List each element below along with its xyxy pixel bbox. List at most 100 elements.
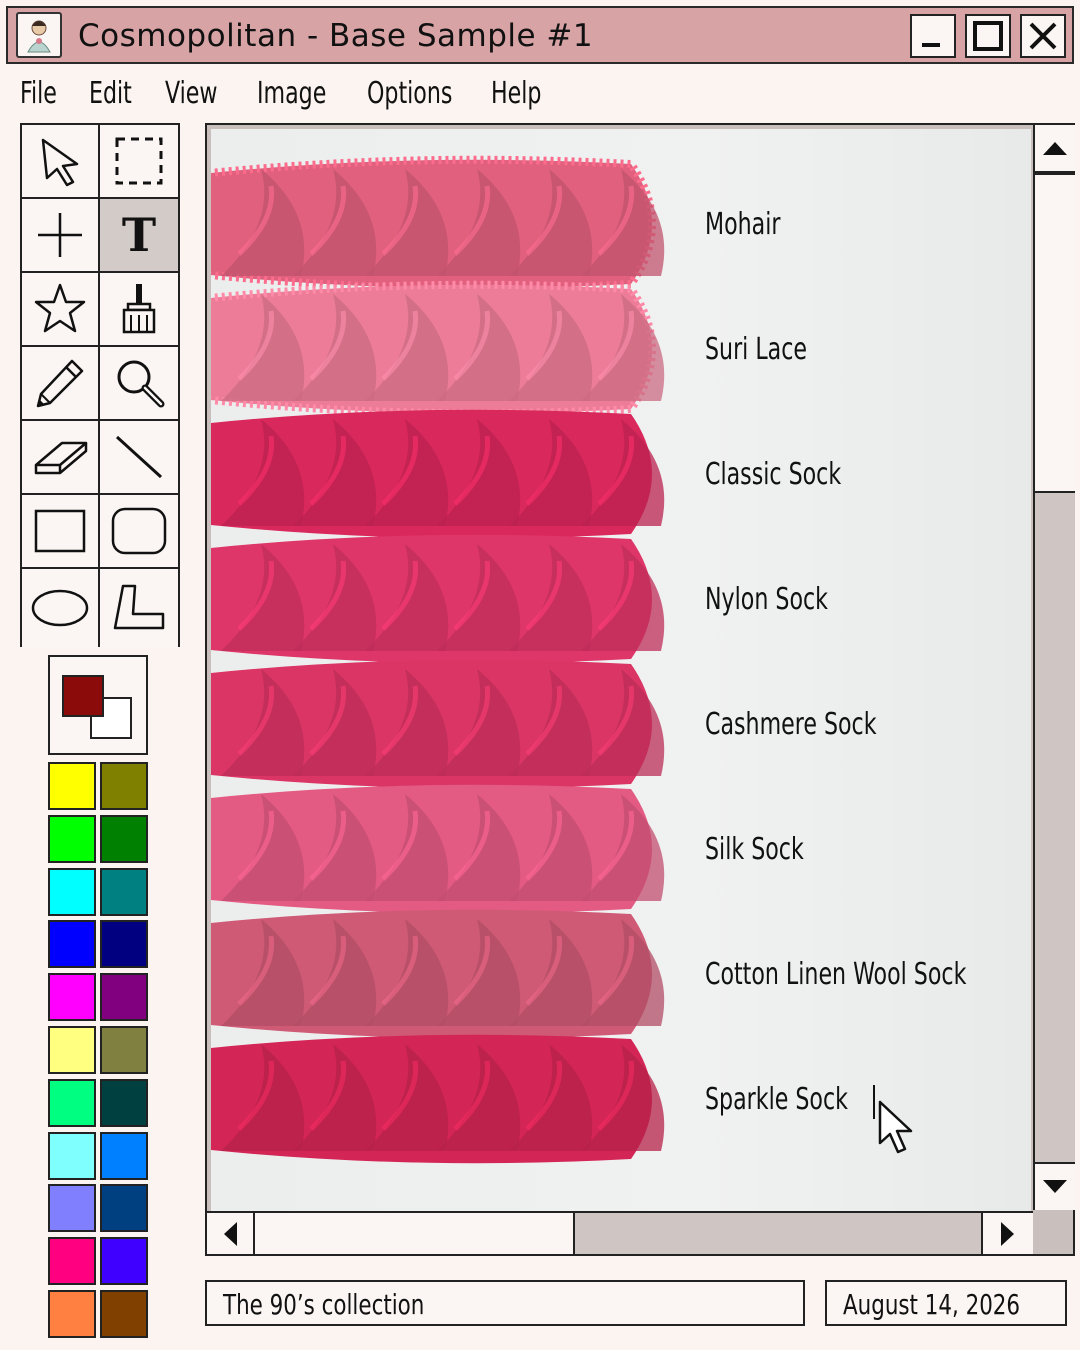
toolbox: T [20,123,180,647]
tool-polygon[interactable] [100,569,178,647]
arrow-up-icon [1043,142,1067,155]
brush-icon [122,284,156,334]
yarn-label-silk-sock: Silk Sock [705,832,804,867]
vertical-scroll-thumb[interactable] [1035,173,1075,493]
palette-swatch[interactable] [100,973,148,1022]
tool-text[interactable]: T [100,199,178,273]
yarn-label-nylon-sock: Nylon Sock [705,582,828,617]
close-icon [1029,22,1057,50]
yarn-label-cotton-linen-wool-sock: Cotton Linen Wool Sock [705,957,967,992]
pencil-icon [36,359,84,408]
rectangle-icon [34,509,86,553]
arrow-down-icon [1043,1180,1067,1193]
yarn-label-suri-lace: Suri Lace [705,332,808,367]
yarn-skein [211,659,665,789]
palette-swatch[interactable] [48,920,96,969]
palette-swatch[interactable] [48,1290,96,1338]
menu-file[interactable]: File [20,76,57,111]
tool-brush[interactable] [100,273,178,347]
arrow-right-icon [1001,1221,1014,1246]
horizontal-scrollbar[interactable] [207,1211,1033,1254]
palette-swatch[interactable] [48,1078,96,1127]
palette-swatch[interactable] [48,762,96,810]
palette-swatch[interactable] [100,762,148,810]
menu-help[interactable]: Help [491,76,541,111]
palette-swatch[interactable] [100,1290,148,1338]
app-logo-icon [16,12,62,58]
tool-star[interactable] [22,273,100,347]
date-text: August 14, 2026 [843,1288,1021,1321]
yarn-skein [211,909,665,1039]
magnifier-icon [117,360,165,408]
scroll-right-button[interactable] [981,1213,1033,1254]
palette-swatch[interactable] [100,1184,148,1233]
scroll-down-button[interactable] [1035,1162,1075,1210]
palette-swatch[interactable] [100,1026,148,1074]
palette-swatch[interactable] [48,973,96,1022]
window-title: Cosmopolitan - Base Sample #1 [78,18,594,54]
tool-magnifier[interactable] [100,347,178,421]
palette-swatch[interactable] [48,1026,96,1074]
polygon-icon [113,584,165,630]
yarn-skein [211,409,665,539]
palette-swatch[interactable] [100,1131,148,1180]
menu-edit[interactable]: Edit [89,76,132,111]
color-selector[interactable] [48,655,148,755]
ellipse-icon [31,589,89,627]
dashed-rectangle-icon [115,137,163,185]
yarn-skein [211,280,665,418]
minimize-button[interactable] [910,14,956,58]
menu-options[interactable]: Options [367,76,452,111]
status-date-field: August 14, 2026 [825,1280,1067,1326]
palette-swatch[interactable] [100,1237,148,1286]
foreground-color-swatch[interactable] [62,675,104,717]
tool-pencil[interactable] [22,347,100,421]
tool-rounded-rectangle[interactable] [100,495,178,569]
arrow-cursor-icon [41,138,79,187]
line-icon [115,435,163,479]
arrow-left-icon [224,1221,237,1246]
yarn-skein [211,534,665,664]
rounded-rectangle-icon [111,507,167,555]
maximize-icon [973,21,1003,51]
yarn-label-sparkle-sock: Sparkle Sock [705,1082,848,1117]
tool-crosshair[interactable] [22,199,100,273]
palette-swatch[interactable] [48,867,96,916]
palette-swatch[interactable] [100,867,148,916]
close-button[interactable] [1020,14,1066,58]
vertical-scrollbar[interactable] [1033,125,1075,1210]
tool-line[interactable] [100,421,178,495]
collection-text: The 90’s collection [223,1288,425,1321]
palette-swatch[interactable] [100,1078,148,1127]
maximize-button[interactable] [965,14,1011,58]
yarn-label-mohair: Mohair [705,207,781,242]
tool-rectangle[interactable] [22,495,100,569]
tool-ellipse[interactable] [22,569,100,647]
palette-swatch[interactable] [100,814,148,863]
palette-swatch[interactable] [48,814,96,863]
tool-select-arrow[interactable] [22,125,100,199]
palette-swatch[interactable] [48,1184,96,1233]
palette-swatch[interactable] [48,1237,96,1286]
minimize-icon [922,43,940,47]
text-icon: T [121,208,157,262]
crosshair-icon [38,213,82,257]
tool-eraser[interactable] [22,421,100,495]
title-bar: Cosmopolitan - Base Sample #1 [6,6,1074,64]
mouse-pointer-icon [878,1100,913,1154]
tool-rect-select[interactable] [100,125,178,199]
menu-bar: File Edit View Image Options Help [0,72,1080,118]
yarn-skein [211,155,665,293]
yarn-photo[interactable]: Mohair Suri Lace Classic Sock Nylon Sock… [211,129,1031,1211]
menu-view[interactable]: View [165,76,217,111]
image-canvas: Mohair Suri Lace Classic Sock Nylon Sock… [205,123,1075,1256]
palette-swatch[interactable] [48,1131,96,1180]
eraser-icon [34,441,88,475]
text-caret [873,1085,875,1119]
star-icon [34,283,86,333]
scroll-left-button[interactable] [207,1213,255,1254]
menu-image[interactable]: Image [257,76,326,111]
horizontal-scroll-thumb[interactable] [253,1213,575,1254]
scroll-up-button[interactable] [1035,125,1075,173]
palette-swatch[interactable] [100,920,148,969]
